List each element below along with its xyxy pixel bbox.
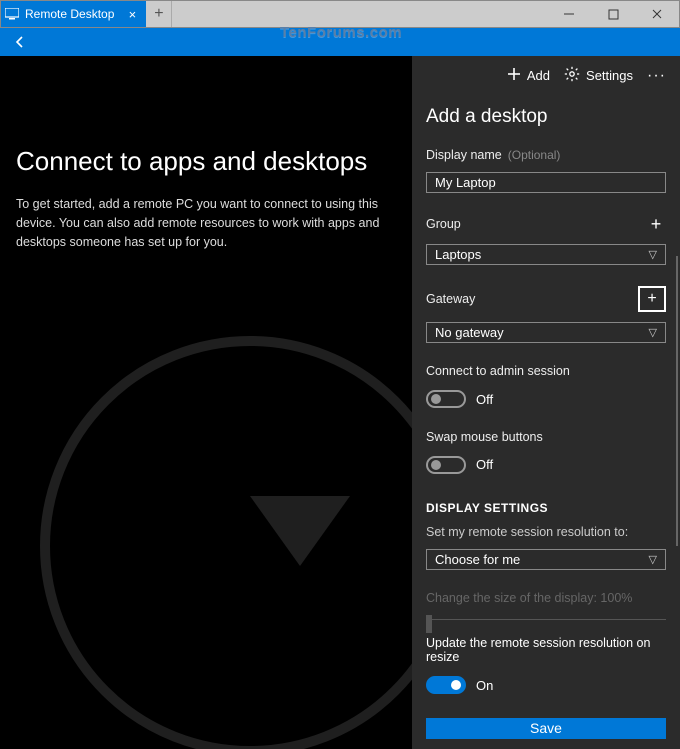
add-button[interactable]: Add (507, 67, 550, 84)
close-tab-icon[interactable]: × (124, 6, 140, 22)
admin-session-label: Connect to admin session (426, 364, 666, 378)
app-toolbar: Add Settings ··· (507, 66, 666, 85)
background-decoration-arrow (250, 496, 350, 566)
admin-session-state: Off (476, 392, 493, 407)
gateway-value: No gateway (435, 325, 504, 340)
maximize-button[interactable] (591, 1, 635, 27)
add-group-button[interactable]: + (646, 214, 666, 234)
tab-title: Remote Desktop (25, 7, 114, 21)
admin-session-toggle[interactable] (426, 390, 466, 408)
more-button[interactable]: ··· (647, 67, 666, 85)
page-description: To get started, add a remote PC you want… (16, 195, 386, 251)
group-select[interactable]: Laptops ▽ (426, 244, 666, 265)
minimize-button[interactable] (547, 1, 591, 27)
save-button[interactable]: Save (426, 718, 666, 739)
optional-hint: (Optional) (508, 148, 561, 162)
add-label: Add (527, 68, 550, 83)
chevron-down-icon: ▽ (649, 553, 657, 566)
back-button[interactable] (6, 28, 34, 56)
update-resolution-toggle[interactable] (426, 676, 466, 694)
add-gateway-button[interactable]: + (638, 286, 666, 312)
swap-mouse-toggle[interactable] (426, 456, 466, 474)
slider-thumb (426, 615, 432, 633)
resolution-select[interactable]: Choose for me ▽ (426, 549, 666, 570)
welcome-pane: Connect to apps and desktops To get star… (0, 56, 412, 749)
new-tab-button[interactable]: + (146, 1, 172, 27)
resolution-label: Set my remote session resolution to: (426, 525, 666, 539)
swap-mouse-state: Off (476, 457, 493, 472)
display-settings-heading: DISPLAY SETTINGS (426, 501, 666, 515)
page-heading: Connect to apps and desktops (16, 146, 396, 177)
resolution-value: Choose for me (435, 552, 520, 567)
display-name-label: Display name (Optional) (426, 148, 666, 162)
display-name-input[interactable] (426, 172, 666, 193)
display-scale-slider (426, 619, 666, 620)
panel-title: Add a desktop (426, 106, 666, 128)
app-tab[interactable]: Remote Desktop × (1, 1, 146, 27)
background-decoration (40, 336, 412, 749)
display-scale-label: Change the size of the display: 100% (426, 591, 666, 605)
settings-label: Settings (586, 68, 633, 83)
group-label: Group (426, 217, 461, 231)
panel-scrollbar[interactable] (676, 256, 678, 546)
gear-icon (564, 66, 580, 85)
gateway-select[interactable]: No gateway ▽ (426, 322, 666, 343)
chevron-down-icon: ▽ (649, 248, 657, 261)
app-body: Add Settings ··· Connect to apps and des… (0, 56, 680, 749)
settings-button[interactable]: Settings (564, 66, 633, 85)
plus-icon (507, 67, 521, 84)
swap-mouse-label: Swap mouse buttons (426, 430, 666, 444)
window-controls (547, 1, 679, 27)
watermark: TenForums.com (280, 24, 402, 41)
app-icon (5, 7, 19, 21)
gateway-label: Gateway (426, 292, 475, 306)
update-resolution-label: Update the remote session resolution on … (426, 636, 666, 664)
update-resolution-state: On (476, 678, 493, 693)
group-value: Laptops (435, 247, 481, 262)
chevron-down-icon: ▽ (649, 326, 657, 339)
close-window-button[interactable] (635, 1, 679, 27)
add-desktop-panel: Add a desktop Display name (Optional) Gr… (412, 56, 680, 749)
